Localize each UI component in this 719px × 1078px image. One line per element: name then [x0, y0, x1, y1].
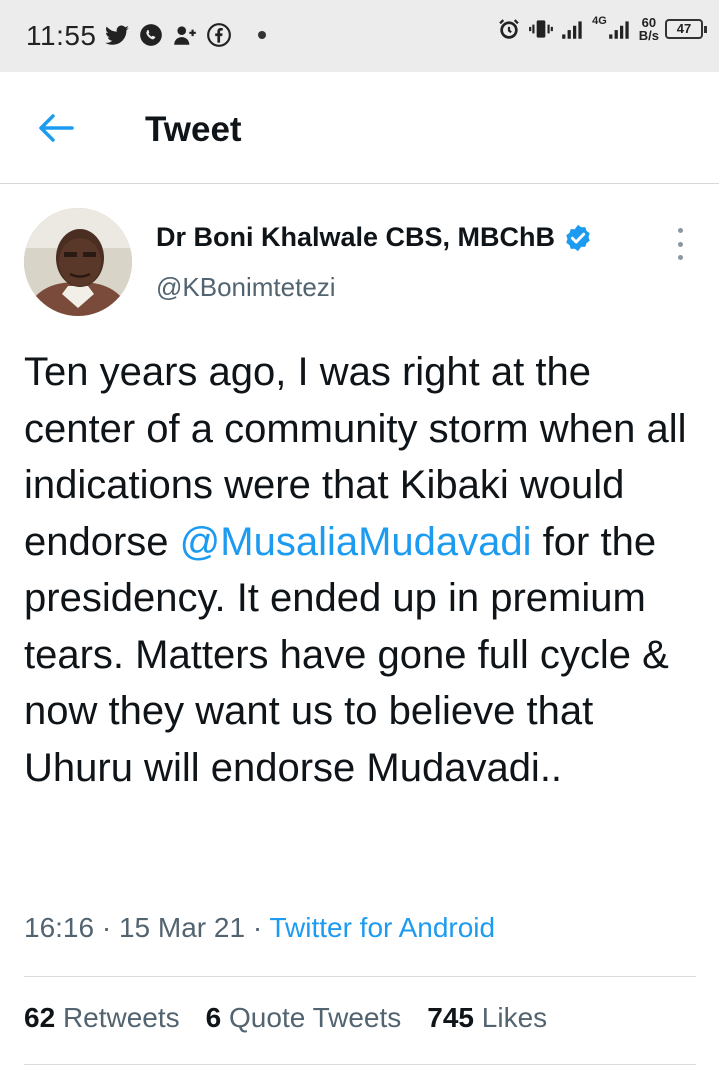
retweets-count: 62 [24, 1002, 56, 1033]
twitter-icon [105, 25, 129, 45]
status-time: 11:55 [26, 20, 97, 51]
tweet-source-link[interactable]: Twitter for Android [269, 912, 495, 943]
author-handle[interactable]: @KBonimtetezi [156, 272, 336, 303]
back-button[interactable] [30, 106, 82, 150]
divider [24, 1064, 696, 1065]
tweet-time: 16:16 [24, 912, 95, 943]
signal-4g-icon [608, 21, 629, 39]
speed-unit: B/s [638, 28, 659, 43]
signal-icon [562, 21, 582, 39]
network-type: 4G [592, 15, 607, 27]
battery-icon: 47 [665, 19, 707, 39]
likes-count: 745 [427, 1002, 474, 1033]
quote-tweets-stat[interactable]: 6 Quote Tweets [206, 1002, 402, 1034]
arrow-left-icon [39, 114, 74, 142]
author-name[interactable]: Dr Boni Khalwale CBS, MBChB [156, 222, 593, 253]
vibrate-icon [529, 20, 553, 38]
page-title: Tweet [145, 110, 242, 149]
quote-tweets-count: 6 [205, 1002, 222, 1033]
system-icons: 4G 60 B/s 47 [496, 15, 707, 42]
tweet-meta: 16:16 · 15 Mar 21 · Twitter for Android [24, 912, 495, 944]
tweet-text: Ten years ago, I was right at the center… [24, 344, 704, 796]
network-speed: 60 B/s [639, 16, 659, 42]
more-dot [677, 241, 683, 247]
quote-tweets-label: Quote Tweets [229, 1002, 402, 1033]
facebook-icon [207, 23, 231, 47]
tweet-stats: 62 Retweets 6 Quote Tweets 745 Likes [24, 1002, 547, 1034]
notification-icons [104, 22, 266, 48]
meta-separator: · [94, 912, 119, 943]
verified-badge-icon [566, 224, 590, 251]
more-dot [677, 255, 683, 260]
mention-link[interactable]: @MusaliaMudavadi [180, 520, 532, 564]
alarm-icon [499, 19, 519, 39]
retweets-label: Retweets [62, 1002, 180, 1033]
more-notifications-dot [258, 31, 266, 39]
add-user-icon [174, 26, 196, 45]
likes-label: Likes [481, 1002, 548, 1033]
app-header: Tweet [0, 72, 719, 184]
whatsapp-icon [140, 24, 162, 46]
tweet-date: 15 Mar 21 [118, 912, 246, 943]
more-options-button[interactable] [664, 224, 696, 264]
avatar[interactable] [24, 208, 132, 316]
status-bar: 11:55 4G 60 B/s 47 [0, 0, 719, 72]
avatar-image [24, 208, 132, 316]
likes-stat[interactable]: 745 Likes [427, 1002, 547, 1034]
author-name-text: Dr Boni Khalwale CBS, MBChB [156, 222, 556, 252]
meta-separator: · [245, 912, 270, 943]
divider [24, 976, 696, 977]
battery-level: 47 [676, 21, 692, 36]
retweets-stat[interactable]: 62 Retweets [24, 1002, 180, 1034]
more-dot [677, 228, 683, 233]
